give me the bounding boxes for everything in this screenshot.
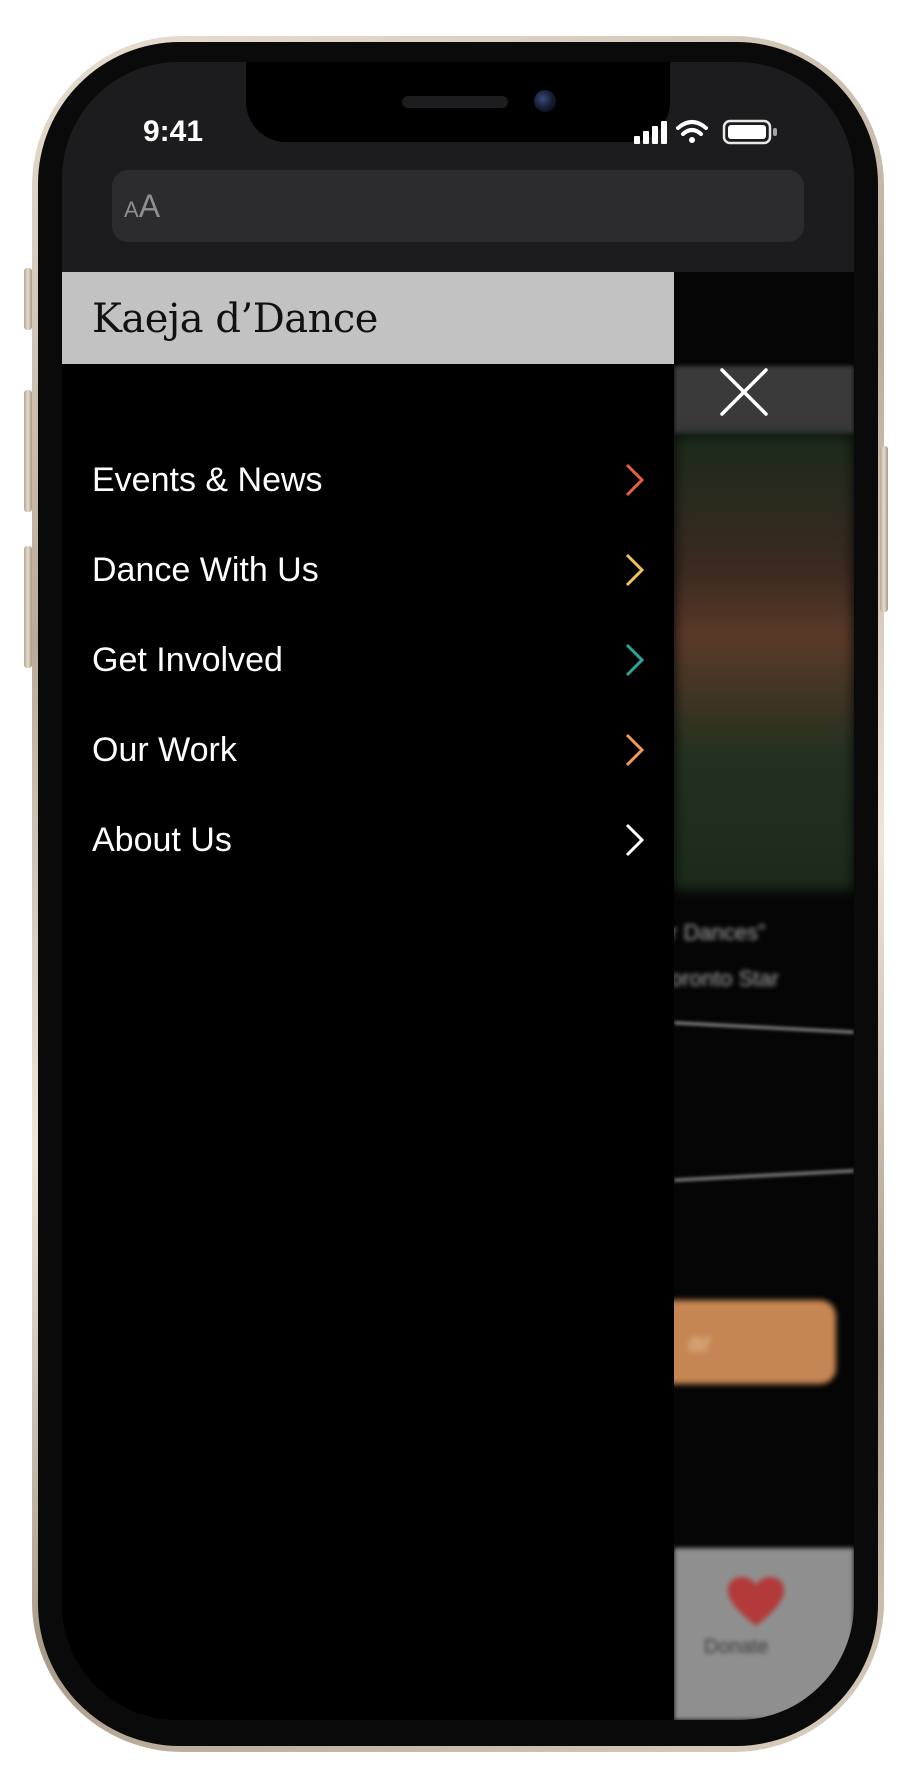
menu-item-label: Events & News [92,461,323,499]
background-quote-source: oronto Star [670,966,779,991]
drawer-header: Kaeja d’Dance [62,272,674,364]
volume-down-button [24,546,32,668]
menu-item-our-work[interactable]: Our Work [62,710,674,790]
wifi-icon [676,120,708,143]
chevron-right-icon [625,823,645,857]
volume-up-button [24,390,32,512]
brand-logo[interactable]: Kaeja d’Dance [92,292,378,346]
chevron-right-icon [625,553,645,587]
address-bar[interactable]: AA [112,170,804,242]
menu-item-label: Our Work [92,731,237,769]
chevron-right-icon [625,643,645,677]
menu-item-get-involved[interactable]: Get Involved [62,620,674,700]
menu-item-label: Get Involved [92,641,283,679]
nav-drawer: Kaeja d’Dance Events & News Dance With U… [62,272,674,1720]
background-donate-label: Donate [704,1636,769,1658]
phone-screen: r Dances” oronto Star ar Donate 9:41 AA … [62,62,854,1720]
background-cta-button: ar [652,1300,836,1384]
menu-item-events-news[interactable]: Events & News [62,440,674,520]
text-size-large-a: A [138,188,161,224]
chevron-right-icon [625,463,645,497]
menu-item-label: About Us [92,821,232,859]
status-time: 9:41 [142,115,204,148]
menu-item-dance-with-us[interactable]: Dance With Us [62,530,674,610]
status-icons [632,118,792,146]
front-camera [534,90,556,112]
background-hero-image [674,434,854,890]
menu-item-label: Dance With Us [92,551,319,589]
chevron-right-icon [625,733,645,767]
text-size-small-a: A [124,197,139,222]
cellular-signal-icon [634,121,667,144]
mute-switch [24,268,32,330]
power-button [880,446,888,612]
background-quote-line: r Dances” [670,920,766,945]
heart-icon [728,1577,784,1626]
menu-item-about-us[interactable]: About Us [62,800,674,880]
close-icon[interactable] [718,366,770,418]
speaker-grille [402,96,508,108]
background-footer: Donate [674,1548,854,1720]
battery-icon [722,119,777,145]
text-size-button[interactable]: AA [124,184,160,232]
